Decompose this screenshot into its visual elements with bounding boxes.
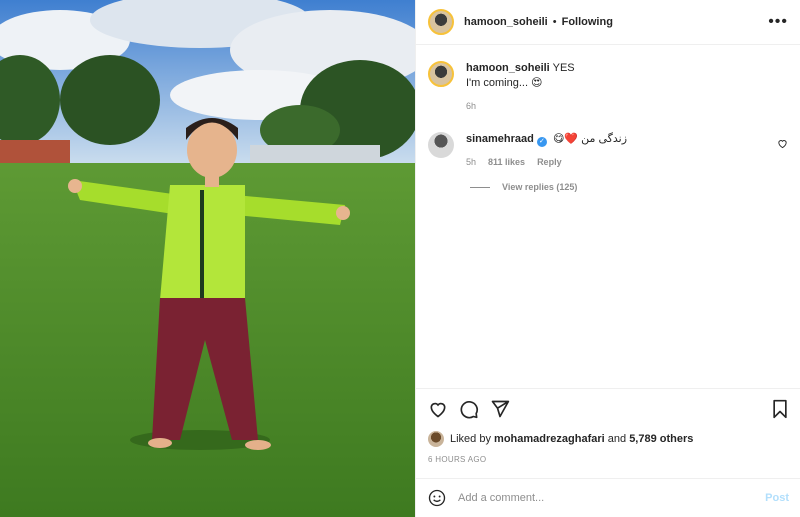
post-photo[interactable]	[0, 0, 415, 517]
comments-list: hamoon_soheili YES I'm coming... 😍 6h si…	[416, 45, 800, 192]
caption-comment: hamoon_soheili YES I'm coming... 😍 6h	[428, 61, 788, 114]
post-comment-button[interactable]: Post	[765, 492, 789, 504]
view-replies-label: View replies (125)	[502, 182, 578, 192]
bookmark-icon[interactable]	[771, 399, 789, 419]
like-comment-heart-icon[interactable]	[777, 138, 788, 149]
likes-summary: Liked by mohamadrezaghafari and 5,789 ot…	[428, 431, 789, 447]
comment-text: YES	[552, 62, 575, 74]
post-actions: Liked by mohamadrezaghafari and 5,789 ot…	[416, 388, 800, 464]
post-timestamp[interactable]: 6 HOURS AGO	[428, 455, 789, 464]
comment-likes[interactable]: 811 likes	[488, 155, 525, 170]
likes-and: and	[607, 433, 627, 445]
more-options-icon[interactable]: •••	[768, 13, 788, 31]
liker-username[interactable]: mohamadrezaghafari	[494, 433, 605, 445]
comment-time[interactable]: 5h	[466, 155, 476, 170]
post-side-panel: hamoon_soheili • Following ••• hamoon_so…	[415, 0, 800, 517]
commenter-avatar[interactable]	[428, 132, 454, 158]
comment-username[interactable]: hamoon_soheili	[466, 62, 550, 74]
heart-icon[interactable]	[428, 399, 448, 419]
reply-button[interactable]: Reply	[537, 155, 562, 170]
comment-text-line2: I'm coming... 😍	[466, 77, 543, 89]
emoji-icon[interactable]	[428, 489, 446, 507]
comment-icon[interactable]	[459, 399, 479, 419]
instagram-post: hamoon_soheili • Following ••• hamoon_so…	[0, 0, 800, 517]
action-icons	[428, 399, 789, 419]
likes-others-link[interactable]: 5,789 others	[629, 433, 693, 445]
reply-comment: sinamehraad ✓ زندگی من ❤️😋 5h 811 likes R…	[428, 132, 788, 170]
separator-dot: •	[552, 16, 557, 28]
view-replies-button[interactable]: View replies (125)	[470, 182, 788, 192]
add-comment-bar: Add a comment... Post	[416, 478, 800, 517]
post-header: hamoon_soheili • Following •••	[416, 0, 800, 45]
author-avatar[interactable]	[428, 61, 454, 87]
comment-text: زندگی من ❤️😋	[552, 133, 628, 145]
comment-time[interactable]: 6h	[466, 99, 476, 114]
verified-badge-icon: ✓	[536, 137, 547, 147]
liked-by-prefix: Liked by	[450, 433, 491, 445]
child-in-field-image	[0, 0, 415, 517]
author-username[interactable]: hamoon_soheili	[464, 16, 548, 28]
share-icon[interactable]	[490, 399, 510, 419]
replies-divider-line	[470, 186, 490, 188]
liker-avatar[interactable]	[428, 431, 444, 447]
author-avatar[interactable]	[428, 9, 454, 35]
comment-input[interactable]: Add a comment...	[458, 492, 765, 504]
following-button[interactable]: Following	[562, 16, 613, 28]
comment-username[interactable]: sinamehraad	[466, 133, 534, 145]
